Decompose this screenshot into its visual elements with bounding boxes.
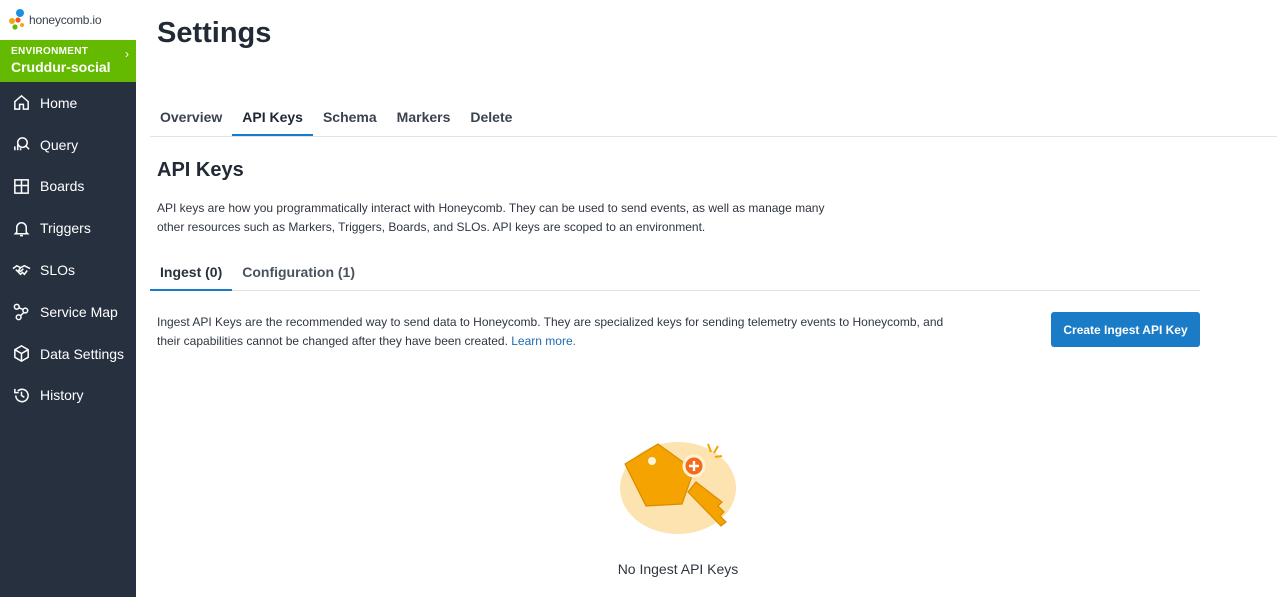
key-illustration-icon [620,442,736,534]
home-icon [11,93,31,113]
sidebar-item-query[interactable]: Query [0,124,136,166]
create-ingest-api-key-button[interactable]: Create Ingest API Key [1051,312,1200,347]
sidebar-item-slos[interactable]: SLOs [0,249,136,291]
sidebar-item-data-settings[interactable]: Data Settings [0,333,136,375]
service-map-icon [11,302,31,322]
api-keys-description: API keys are how you programmatically in… [157,201,825,234]
query-icon [11,135,31,155]
main-content: Settings Overview API Keys Schema Marker… [136,0,1277,597]
sidebar-item-history[interactable]: History [0,375,136,417]
sidebar-nav: Home Query Boards Triggers SLOs Service … [0,82,136,416]
sidebar: honeycomb.io ENVIRONMENT Cruddur-social … [0,0,136,597]
learn-more-link[interactable]: Learn more. [511,334,576,348]
sidebar-item-label: Service Map [40,303,118,320]
sidebar-item-boards[interactable]: Boards [0,166,136,208]
sidebar-item-label: Query [40,136,79,153]
cube-icon [11,344,31,364]
api-key-type-tabs: Ingest (0) Configuration (1) [150,255,1200,291]
tab-delete[interactable]: Delete [460,100,522,136]
environment-name: Cruddur-social [11,59,111,75]
tab-ingest[interactable]: Ingest (0) [150,255,233,291]
environment-selector[interactable]: ENVIRONMENT Cruddur-social › [0,40,136,82]
sidebar-item-label: Home [40,94,78,111]
sidebar-item-service-map[interactable]: Service Map [0,291,136,333]
tab-configuration[interactable]: Configuration (1) [232,255,365,291]
sidebar-item-home[interactable]: Home [0,82,136,124]
settings-tabs: Overview API Keys Schema Markers Delete [150,100,1277,137]
sidebar-item-label: History [40,387,84,404]
tab-schema[interactable]: Schema [313,100,387,136]
honeycomb-logo-icon [9,9,24,30]
page-title: Settings [157,17,272,49]
tab-overview[interactable]: Overview [150,100,232,136]
sidebar-item-label: SLOs [40,262,76,279]
sidebar-item-label: Triggers [40,220,91,237]
tab-markers[interactable]: Markers [387,100,461,136]
logo-text: honeycomb.io [29,13,102,27]
sidebar-item-label: Boards [40,178,85,195]
environment-label: ENVIRONMENT [11,46,89,57]
chevron-right-icon: › [125,47,129,61]
tab-api-keys[interactable]: API Keys [232,100,313,136]
logo[interactable]: honeycomb.io [0,0,136,40]
section-title: API Keys [157,159,244,181]
sidebar-item-triggers[interactable]: Triggers [0,207,136,249]
empty-state-message: No Ingest API Keys [617,561,739,577]
bell-icon [11,218,31,238]
ingest-description: Ingest API Keys are the recommended way … [157,313,947,351]
history-icon [11,385,31,405]
sidebar-item-label: Data Settings [40,345,125,362]
boards-icon [11,176,31,196]
handshake-icon [11,260,31,280]
